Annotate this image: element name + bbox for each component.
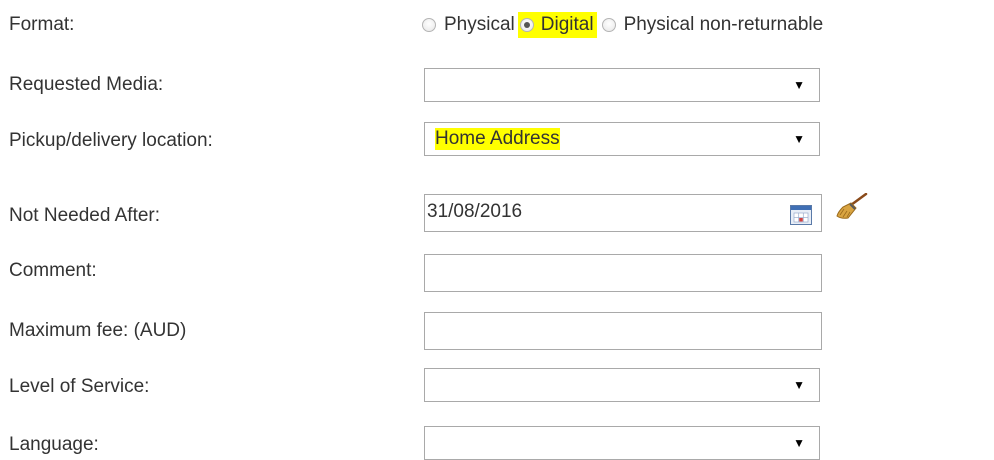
language-select[interactable]: ▼ [424, 426, 820, 460]
maximum-fee-field[interactable] [424, 312, 822, 350]
comment-label: Comment: [9, 260, 97, 281]
radio-physical-non-returnable[interactable] [601, 18, 616, 32]
pickup-location-value: Home Address [435, 128, 560, 150]
format-radio-group: Physical Digital Physical non-returnable [422, 12, 826, 38]
requested-media-select[interactable]: ▼ [424, 68, 820, 102]
radio-physical-non-returnable-label[interactable]: Physical non-returnable [624, 14, 824, 36]
chevron-down-icon: ▼ [793, 132, 805, 146]
not-needed-after-label: Not Needed After: [9, 205, 161, 226]
comment-field[interactable] [424, 254, 822, 292]
radio-physical[interactable] [422, 18, 436, 32]
radio-digital-highlight: Digital [517, 12, 597, 38]
requested-media-label: Requested Media: [9, 74, 164, 95]
chevron-down-icon: ▼ [793, 378, 805, 392]
maximum-fee-label: Maximum fee: (AUD) [9, 320, 187, 341]
radio-digital-label[interactable]: Digital [541, 14, 594, 36]
radio-physical-label[interactable]: Physical [444, 14, 515, 36]
level-of-service-select[interactable]: ▼ [424, 368, 820, 402]
radio-digital[interactable] [519, 18, 534, 32]
chevron-down-icon: ▼ [793, 436, 805, 450]
language-label: Language: [9, 434, 99, 455]
calendar-icon[interactable] [790, 205, 812, 225]
pickup-location-select[interactable]: Home Address ▼ [424, 122, 820, 156]
chevron-down-icon: ▼ [793, 78, 805, 92]
not-needed-after-value: 31/08/2016 [427, 201, 523, 222]
broom-icon[interactable] [834, 193, 868, 219]
pickup-location-label: Pickup/delivery location: [9, 130, 213, 151]
level-of-service-label: Level of Service: [9, 376, 150, 397]
format-label: Format: [9, 14, 75, 35]
not-needed-after-field[interactable]: 31/08/2016 [424, 194, 822, 232]
